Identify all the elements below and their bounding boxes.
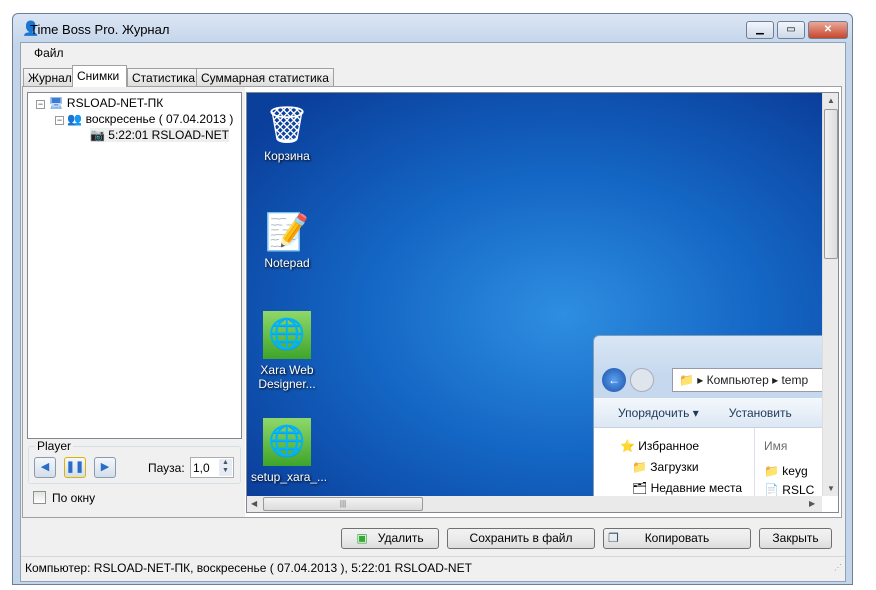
camera-icon: 📷	[90, 128, 105, 142]
window-title: Time Boss Pro. Журнал	[30, 22, 170, 37]
desktop-icon-recycle-bin: 🗑 Корзина	[251, 101, 323, 163]
pause-label: Пауза:	[148, 461, 185, 475]
desktop-icon-setup-xara: 🌐 setup_xara_...	[251, 418, 327, 484]
pause-spinner[interactable]: 1,0 ▲ ▼	[190, 457, 234, 478]
notepad-icon: 📝	[264, 211, 310, 252]
previous-button[interactable]: ◀	[34, 457, 56, 478]
horizontal-scroll-thumb[interactable]: |||	[263, 497, 423, 511]
next-button[interactable]: ▶	[94, 457, 116, 478]
close-button[interactable]: Закрыть	[759, 528, 832, 549]
pause-button[interactable]: ❚❚	[64, 457, 86, 478]
address-bar: 📁 ▸ Компьютер ▸ temp	[672, 368, 822, 392]
tab-statistics[interactable]: Статистика	[127, 68, 201, 86]
recycle-bin-icon: 🗑	[264, 104, 310, 145]
horizontal-scrollbar[interactable]: ||| ◀ ▶	[247, 496, 822, 512]
fit-window-checkbox[interactable]	[33, 491, 46, 504]
tab-summary-statistics[interactable]: Суммарная статистика	[196, 68, 334, 86]
explorer-window-image: ← 📁 ▸ Компьютер ▸ temp Упорядочить ▾ Уста…	[593, 335, 822, 496]
computer-icon: 🖥	[48, 96, 64, 110]
save-to-file-button[interactable]: Сохранить в файл	[447, 528, 595, 549]
globe-icon: 🌐	[263, 418, 311, 466]
desktop-icon-xara: 🌐 Xara Web Designer...	[251, 311, 323, 391]
collapse-icon[interactable]: −	[55, 116, 64, 125]
tree-node-computer[interactable]: − 🖥 RSLOAD-NET-ПК	[36, 96, 163, 110]
back-icon: ←	[602, 368, 626, 392]
copy-button[interactable]: ❐ Копировать	[603, 528, 751, 549]
desktop-icon-notepad: 📝 Notepad	[251, 208, 323, 270]
vertical-scrollbar[interactable]: ▲ ▼	[822, 93, 838, 496]
collapse-icon[interactable]: −	[36, 100, 45, 109]
minimize-button[interactable]: ▁	[746, 21, 774, 39]
close-window-button[interactable]: ✕	[808, 21, 848, 39]
delete-icon: ▣	[356, 531, 368, 545]
tab-snapshots[interactable]: Снимки	[72, 65, 127, 87]
snapshot-tree[interactable]: − 🖥 RSLOAD-NET-ПК − 👥 воскресенье ( 07.0…	[27, 92, 242, 439]
tree-node-day[interactable]: − 👥 воскресенье ( 07.04.2013 )	[55, 112, 233, 126]
vertical-scroll-thumb[interactable]	[824, 109, 838, 259]
tab-journal[interactable]: Журнал	[23, 68, 77, 86]
status-bar: Компьютер: RSLOAD-NET-ПК, воскресенье ( …	[21, 556, 845, 580]
screenshot-viewer: 🗑 Корзина 📝 Notepad 🌐 Xara Web Designer... …	[246, 92, 839, 513]
resize-grip-icon[interactable]: ⋰	[834, 563, 842, 572]
player-label: Player	[35, 439, 74, 453]
fit-window-label: По окну	[52, 491, 96, 505]
desktop-image: 🗑 Корзина 📝 Notepad 🌐 Xara Web Designer... …	[247, 93, 822, 496]
forward-icon	[630, 368, 654, 392]
tree-node-snapshot[interactable]: 📷 5:22:01 RSLOAD-NET	[90, 128, 230, 142]
users-icon: 👥	[67, 112, 83, 126]
spinner-arrows-icon[interactable]: ▲ ▼	[219, 459, 232, 476]
maximize-button[interactable]: ▭	[777, 21, 805, 39]
delete-button[interactable]: ▣ Удалить	[341, 528, 439, 549]
copy-icon: ❐	[608, 531, 619, 545]
menu-file[interactable]: Файл	[34, 46, 64, 60]
globe-icon: 🌐	[263, 311, 311, 359]
